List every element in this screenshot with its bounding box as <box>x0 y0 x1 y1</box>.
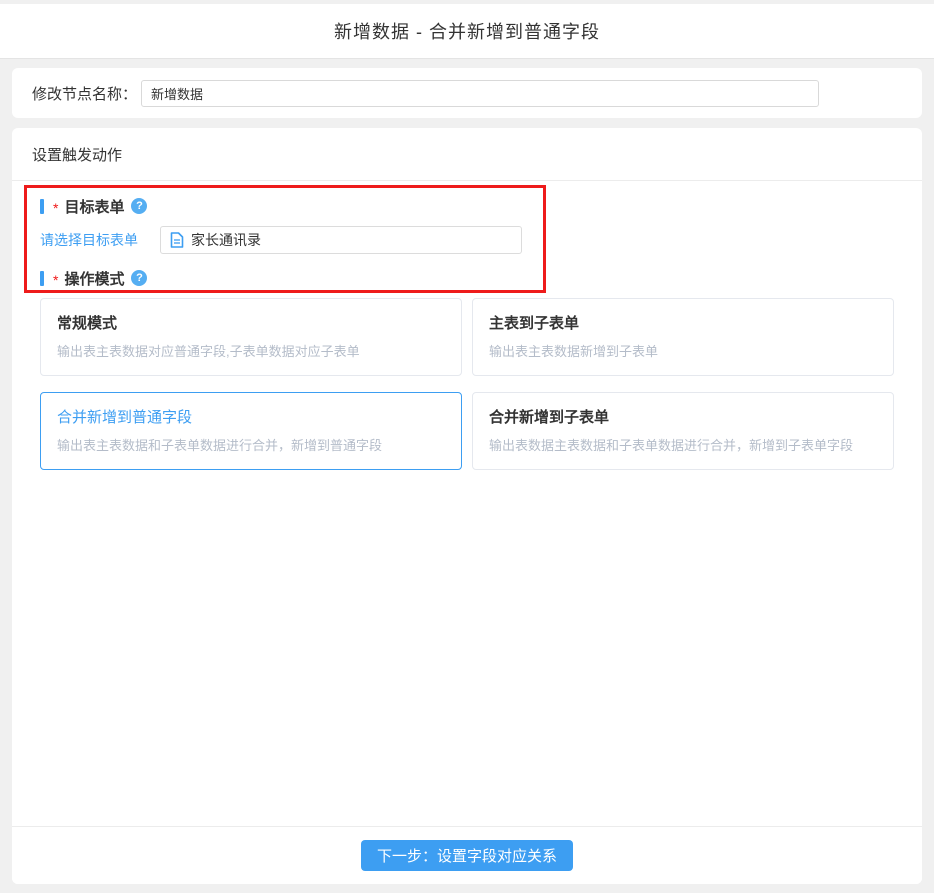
mode-card-merge-to-normal-field[interactable]: 合并新增到普通字段 输出表主表数据和子表单数据进行合并，新增到普通字段 <box>40 392 462 470</box>
target-form-value-box[interactable]: 家长通讯录 <box>160 226 522 254</box>
highlight-red-box: * 目标表单 ? 请选择目标表单 家长通讯录 <box>24 185 546 293</box>
accent-bar-icon <box>40 271 44 286</box>
trigger-section-header: 设置触发动作 <box>12 128 922 181</box>
mode-card-title: 合并新增到子表单 <box>489 406 877 427</box>
target-form-label: 目标表单 <box>64 196 124 217</box>
page-title: 新增数据 - 合并新增到普通字段 <box>334 18 600 44</box>
mode-card-main-to-subform[interactable]: 主表到子表单 输出表主表数据新增到子表单 <box>472 298 894 376</box>
select-target-form-link[interactable]: 请选择目标表单 <box>40 230 160 250</box>
accent-bar-icon <box>40 199 44 214</box>
operation-mode-label-row: * 操作模式 ? <box>40 269 543 287</box>
node-name-input[interactable] <box>141 80 819 107</box>
footer-bar: 下一步：设置字段对应关系 <box>12 826 922 884</box>
mode-card-title: 主表到子表单 <box>489 312 877 333</box>
node-name-label: 修改节点名称： <box>32 83 137 104</box>
question-circle-icon[interactable]: ? <box>131 270 147 286</box>
mode-card-normal[interactable]: 常规模式 输出表主表数据对应普通字段,子表单数据对应子表单 <box>40 298 462 376</box>
mode-card-description: 输出表主表数据新增到子表单 <box>489 341 877 360</box>
required-asterisk: * <box>53 200 58 216</box>
selected-form-name: 家长通讯录 <box>191 230 261 250</box>
target-form-label-row: * 目标表单 ? <box>40 197 543 215</box>
node-name-section: 修改节点名称： <box>12 68 922 118</box>
dialog-header: 新增数据 - 合并新增到普通字段 <box>0 4 934 59</box>
trigger-section-title: 设置触发动作 <box>32 144 122 165</box>
mode-card-description: 输出表数据主表数据和子表单数据进行合并，新增到子表单字段 <box>489 435 877 454</box>
mode-card-title: 常规模式 <box>57 312 445 333</box>
mode-card-description: 输出表主表数据对应普通字段,子表单数据对应子表单 <box>57 341 445 360</box>
mode-card-title: 合并新增到普通字段 <box>57 406 445 427</box>
page: 新增数据 - 合并新增到普通字段 修改节点名称： 设置触发动作 * 目标表单 ?… <box>0 0 934 884</box>
question-circle-icon[interactable]: ? <box>131 198 147 214</box>
mode-card-merge-to-subform[interactable]: 合并新增到子表单 输出表数据主表数据和子表单数据进行合并，新增到子表单字段 <box>472 392 894 470</box>
operation-mode-label: 操作模式 <box>64 268 124 289</box>
operation-mode-grid: 常规模式 输出表主表数据对应普通字段,子表单数据对应子表单 主表到子表单 输出表… <box>40 298 894 470</box>
required-asterisk: * <box>53 272 58 288</box>
mode-card-description: 输出表主表数据和子表单数据进行合并，新增到普通字段 <box>57 435 445 454</box>
trigger-action-section: 设置触发动作 * 目标表单 ? 请选择目标表单 <box>12 128 922 884</box>
next-step-button[interactable]: 下一步：设置字段对应关系 <box>361 840 573 871</box>
target-form-select-row: 请选择目标表单 家长通讯录 <box>40 226 543 254</box>
document-icon <box>170 232 184 248</box>
